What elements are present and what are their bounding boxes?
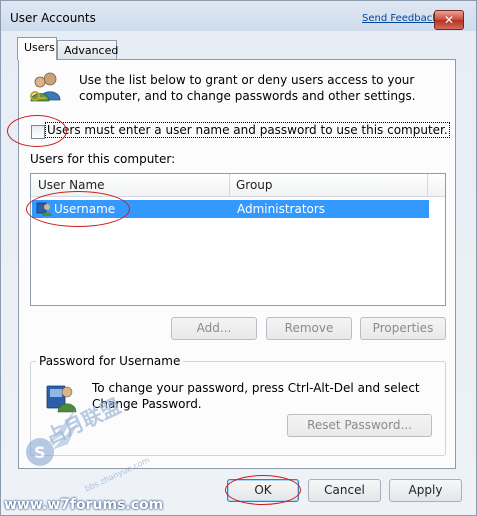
annotation-ring-username (26, 191, 130, 227)
properties-button[interactable]: Properties (360, 317, 446, 340)
reset-password-button[interactable]: Reset Password... (287, 414, 432, 437)
remove-user-button[interactable]: Remove (266, 317, 352, 340)
users-keys-icon (30, 72, 61, 102)
column-header-user-name[interactable]: User Name (38, 178, 105, 192)
password-instructions: To change your password, press Ctrl-Alt-… (92, 381, 420, 411)
close-icon: ✕ (443, 13, 455, 27)
annotation-ring-checkbox (7, 115, 67, 147)
svg-text:S: S (34, 443, 46, 462)
column-header-group[interactable]: Group (236, 178, 273, 192)
tab-users[interactable]: Users (17, 37, 57, 60)
annotation-ring-ok (225, 475, 301, 505)
window-title: User Accounts (10, 11, 96, 25)
column-divider[interactable] (229, 174, 230, 196)
users-for-computer-label: Users for this computer: (30, 152, 176, 166)
row-group: Administrators (237, 202, 326, 216)
tab-advanced[interactable]: Advanced (57, 40, 119, 60)
send-feedback-link[interactable]: Send Feedback (362, 13, 438, 24)
watermark-site: www.w7forums.com (4, 497, 164, 513)
close-button[interactable]: ✕ (434, 10, 464, 30)
apply-button[interactable]: Apply (389, 479, 462, 502)
intro-text: Use the list below to grant or deny user… (79, 73, 416, 103)
column-divider[interactable] (427, 174, 428, 196)
cancel-button[interactable]: Cancel (308, 479, 381, 502)
password-group-title: Password for Username (36, 354, 184, 368)
require-login-label[interactable]: Users must enter a user name and passwor… (45, 122, 450, 138)
add-user-button[interactable]: Add... (171, 317, 257, 340)
tab-advanced-label: Advanced (64, 44, 119, 57)
tab-users-label: Users (24, 41, 55, 54)
